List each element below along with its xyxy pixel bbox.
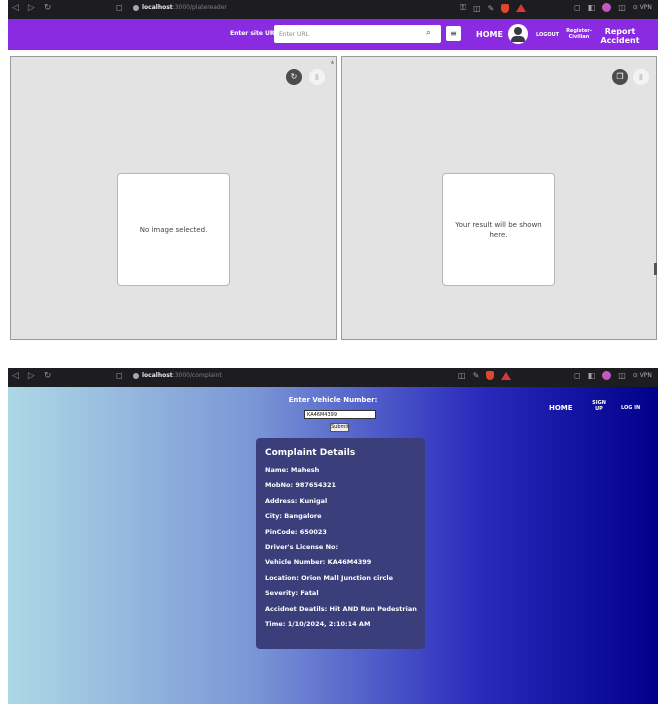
- detail-vehicle-number: Vehicle Number: KA46M4399: [265, 558, 372, 567]
- brave-shield-icon[interactable]: [501, 3, 510, 13]
- sidebar-icon[interactable]: ◻: [574, 371, 581, 380]
- back-icon[interactable]: ◁: [12, 371, 19, 381]
- browser-toolbar: ◁ ▷ ↻ ◻ localhost:3000/complaint ◫ ✎ ◻ ◧…: [8, 368, 658, 387]
- tabs-icon[interactable]: ◧: [588, 3, 596, 12]
- toolbar-icons: ◫ ✎: [458, 371, 512, 380]
- submit-button[interactable]: Submit: [330, 423, 349, 432]
- report-line2: Accident: [600, 36, 640, 45]
- complaint-title: Complaint Details: [265, 448, 356, 458]
- url-path: :3000/complaint: [172, 372, 222, 379]
- address-bar[interactable]: localhost:3000/platereader: [133, 4, 227, 11]
- screenshot-complaint: ◁ ▷ ↻ ◻ localhost:3000/complaint ◫ ✎ ◻ ◧…: [8, 368, 658, 704]
- search-icon[interactable]: ⌕: [426, 28, 431, 38]
- vpn-button[interactable]: ⊙ VPN: [633, 372, 652, 379]
- scroll-arrow-icon[interactable]: ▲: [331, 59, 334, 64]
- detail-mobno: MobNo: 987654321: [265, 481, 337, 490]
- nav-logout-link[interactable]: LOGOUT: [536, 32, 559, 38]
- bookmark-icon[interactable]: ◻: [116, 3, 123, 12]
- filter-icon[interactable]: ≡: [446, 26, 461, 41]
- wallet-icon[interactable]: ◫: [618, 371, 626, 380]
- complaint-page: Enter Vehicle Number: Submit HOME SIGN U…: [8, 387, 658, 704]
- address-bar[interactable]: localhost:3000/complaint: [133, 372, 222, 379]
- result-output-panel: ❐ ▮ Your result will be shown here.: [341, 56, 657, 340]
- no-image-placeholder: No image selected.: [117, 173, 230, 286]
- detail-location: Location: Orion Mall Junction circle: [265, 573, 394, 582]
- image-input-panel: ▲ ↻ ▮ No image selected.: [10, 56, 337, 340]
- back-icon[interactable]: ◁: [12, 3, 19, 13]
- nav-home-link[interactable]: HOME: [476, 30, 503, 39]
- forward-icon[interactable]: ▷: [28, 371, 35, 381]
- copy-icon[interactable]: ❐: [612, 69, 628, 85]
- browser-nav-buttons: ◁ ▷ ↻: [12, 371, 51, 381]
- edit-icon[interactable]: ✎: [488, 4, 495, 13]
- vehicle-number-label: Enter Vehicle Number:: [288, 396, 378, 404]
- no-image-message: No image selected.: [139, 225, 208, 234]
- browser-toolbar: ◁ ▷ ↻ ◻ localhost:3000/platereader ⚿ ◫ ✎…: [8, 0, 658, 19]
- reload-icon[interactable]: ↻: [44, 371, 52, 381]
- forward-icon[interactable]: ▷: [28, 3, 35, 13]
- detail-city: City: Bangalore: [265, 512, 322, 521]
- tabs-icon[interactable]: ◧: [588, 371, 596, 380]
- url-host: localhost: [142, 4, 173, 11]
- nav-signup-link[interactable]: SIGN UP: [588, 400, 610, 412]
- url-path: :3000/platereader: [172, 4, 227, 11]
- window-icons: ◻ ◧ ◫ ⊙ VPN: [574, 371, 652, 380]
- vehicle-number-input[interactable]: [304, 410, 376, 419]
- profile-icon[interactable]: [602, 3, 612, 12]
- detail-license: Driver's License No:: [265, 542, 339, 551]
- key-icon[interactable]: ⚿: [460, 3, 466, 13]
- site-info-icon[interactable]: [133, 4, 139, 11]
- share-icon[interactable]: ◫: [473, 4, 481, 13]
- app-navbar: Enter site URL: ⌕ ≡ HOME LOGOUT Register…: [8, 19, 658, 50]
- register-line2: Civilian: [568, 34, 590, 40]
- profile-icon[interactable]: [602, 371, 612, 380]
- detail-address: Address: Kunigal: [265, 496, 328, 505]
- nav-register-civilian-link[interactable]: Register- Civilian: [565, 28, 593, 40]
- sidebar-icon[interactable]: ◻: [574, 3, 581, 12]
- toolbar-icons: ⚿ ◫ ✎: [460, 3, 527, 13]
- site-info-icon[interactable]: [133, 372, 139, 379]
- user-avatar-icon[interactable]: [508, 24, 528, 44]
- vpn-button[interactable]: ⊙ VPN: [633, 4, 652, 11]
- nav-home-link[interactable]: HOME: [549, 404, 573, 412]
- edit-icon[interactable]: ✎: [473, 371, 480, 380]
- share-icon[interactable]: ◫: [458, 371, 466, 380]
- reload-icon[interactable]: ↻: [44, 3, 52, 13]
- result-message: Your result will be shown here.: [455, 220, 542, 239]
- screenshot-plate-reader: ◁ ▷ ↻ ◻ localhost:3000/platereader ⚿ ◫ ✎…: [8, 0, 658, 340]
- nav-report-accident-link[interactable]: Report Accident: [600, 27, 640, 45]
- brave-shield-icon[interactable]: [486, 371, 495, 380]
- wallet-icon[interactable]: ◫: [618, 3, 626, 12]
- detail-name: Name: Mahesh: [265, 466, 320, 474]
- resize-handle[interactable]: [654, 263, 657, 275]
- complaint-details-card: Complaint Details Name: Mahesh MobNo: 98…: [256, 438, 425, 649]
- rewards-icon[interactable]: [516, 4, 527, 12]
- detail-severity: Severity: Fatal: [265, 589, 319, 598]
- window-icons: ◻ ◧ ◫ ⊙ VPN: [574, 3, 652, 12]
- detail-time: Time: 1/10/2024, 2:10:14 AM: [265, 619, 371, 628]
- bookmark-icon[interactable]: ◻: [116, 371, 123, 380]
- undo-icon[interactable]: ↻: [286, 69, 302, 85]
- report-line1: Report: [604, 27, 636, 36]
- url-host: localhost: [142, 372, 173, 379]
- nav-login-link[interactable]: LOG IN: [621, 405, 640, 411]
- result-placeholder: Your result will be shown here.: [442, 173, 555, 286]
- rewards-icon[interactable]: [501, 371, 512, 380]
- detail-accident-details: Accidnet Deatils: Hit AND Run Pedestrian: [265, 604, 417, 613]
- detail-pincode: PinCode: 650023: [265, 527, 327, 536]
- site-url-input[interactable]: [274, 25, 441, 43]
- delete-icon[interactable]: ▮: [633, 69, 649, 85]
- signup-line2: UP: [595, 406, 603, 412]
- delete-icon[interactable]: ▮: [309, 69, 325, 85]
- browser-nav-buttons: ◁ ▷ ↻: [12, 3, 51, 13]
